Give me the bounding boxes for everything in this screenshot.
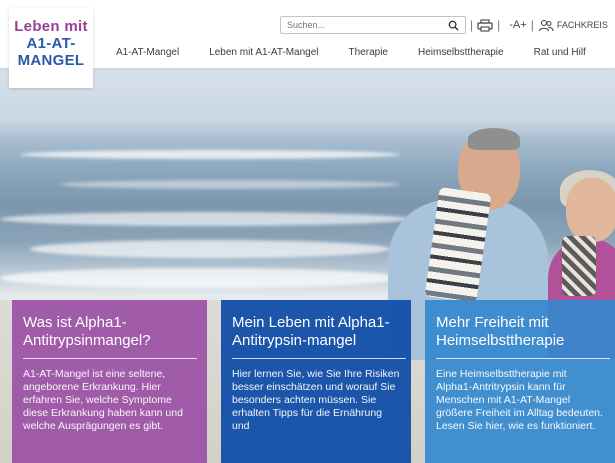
card-divider: [436, 358, 610, 359]
nav-item-heimselbsttherapie[interactable]: Heimselbsttherapie: [418, 47, 504, 58]
card-divider: [232, 358, 406, 359]
teaser-card-mein-leben[interactable]: Mein Leben mit Alpha1-Antitrypsin-mangel…: [221, 300, 411, 463]
logo-line: MANGEL: [17, 52, 85, 69]
man-hair: [468, 128, 520, 150]
woman-head: [566, 178, 615, 242]
wave: [0, 212, 410, 226]
teaser-card-heimselbsttherapie[interactable]: Mehr Freiheit mit Heimselbsttherapie Ein…: [425, 300, 615, 463]
utility-bar: | | -A+ | FACHKREIS: [280, 16, 608, 34]
card-title: Mein Leben mit Alpha1-Antitrypsin-mangel: [232, 314, 390, 349]
logo-line: A1-AT-: [26, 35, 76, 52]
nav-item-leben-mit[interactable]: Leben mit A1-AT-Mangel: [209, 47, 318, 58]
search-icon[interactable]: [448, 20, 459, 31]
card-text: A1-AT-Mangel ist eine seltene, angeboren…: [23, 368, 183, 432]
wave: [60, 180, 400, 189]
users-icon[interactable]: [538, 19, 554, 32]
font-size-toggle[interactable]: -A+: [509, 19, 526, 31]
separator: |: [497, 18, 501, 32]
separator: |: [470, 18, 474, 32]
separator: |: [530, 18, 534, 32]
teaser-card-was-ist[interactable]: Was ist Alpha1-Antitrypsinmangel? A1-AT-…: [12, 300, 207, 463]
card-title: Was ist Alpha1-Antitrypsinmangel?: [23, 314, 151, 349]
search-input[interactable]: [287, 20, 448, 30]
card-text: Hier lernen Sie, wie Sie Ihre Risiken be…: [232, 368, 400, 432]
main-nav: A1-AT-Mangel Leben mit A1-AT-Mangel Ther…: [100, 47, 615, 58]
card-divider: [23, 358, 197, 359]
fachkreise-link[interactable]: FACHKREIS: [557, 20, 608, 30]
search-box[interactable]: [280, 16, 466, 34]
print-icon[interactable]: [477, 18, 493, 32]
card-text: Eine Heimselbsttherapie mit Alpha1-Antri…: [436, 368, 603, 432]
nav-item-rat-und-hilfe[interactable]: Rat und Hilf: [534, 47, 586, 58]
wave: [0, 268, 400, 288]
wave: [20, 150, 400, 159]
logo-line: Leben mit: [14, 18, 88, 35]
card-title: Mehr Freiheit mit Heimselbsttherapie: [436, 314, 565, 349]
site-logo[interactable]: Leben mit A1-AT- MANGEL: [9, 8, 93, 88]
woman-scarf: [562, 236, 596, 296]
wave: [30, 240, 390, 258]
nav-item-therapie[interactable]: Therapie: [349, 47, 388, 58]
nav-item-a1-at-mangel[interactable]: A1-AT-Mangel: [116, 47, 179, 58]
